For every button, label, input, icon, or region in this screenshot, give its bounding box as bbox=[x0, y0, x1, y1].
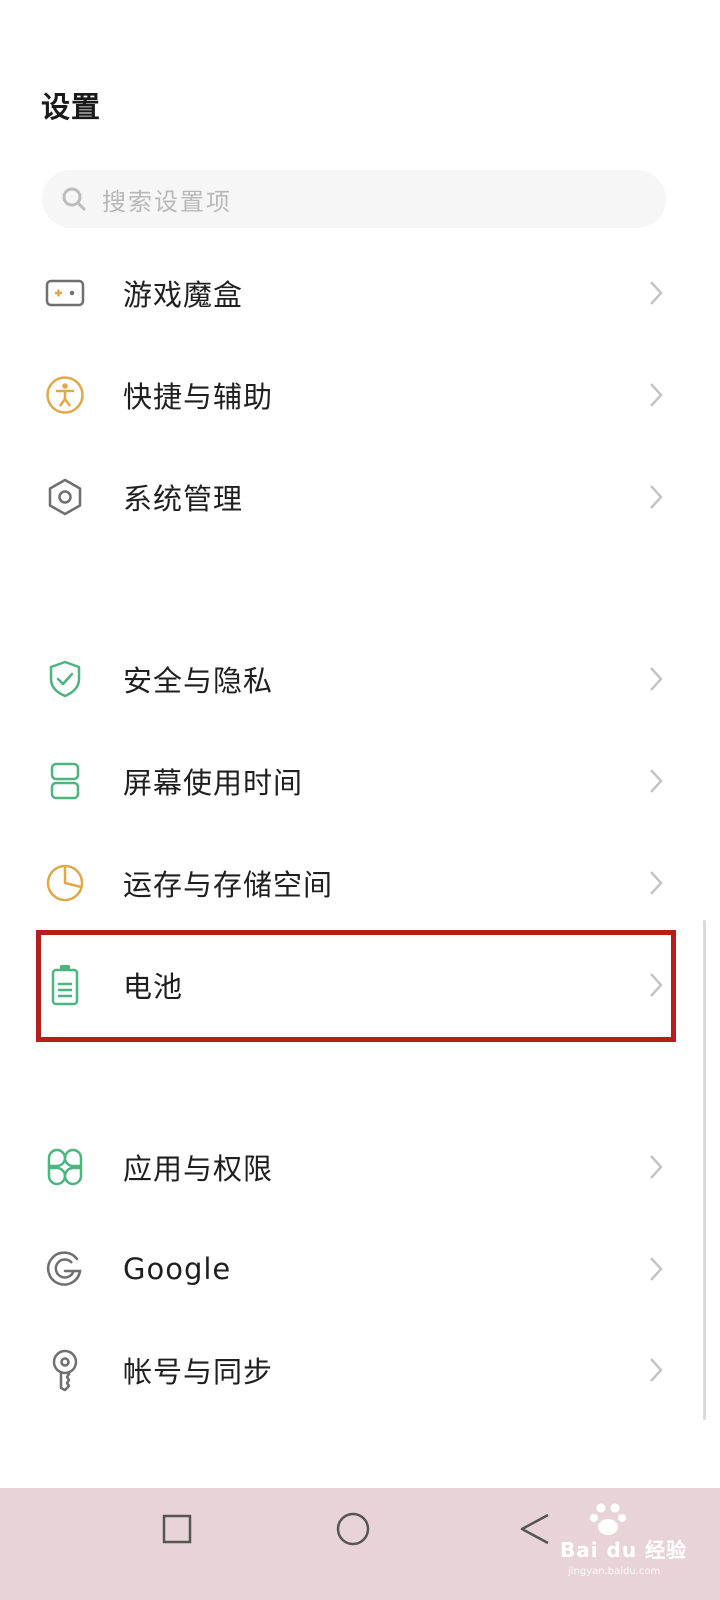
settings-item-label: 游戏魔盒 bbox=[123, 278, 244, 312]
apps-grid-icon bbox=[43, 1145, 87, 1189]
page-title: 设置 bbox=[41, 90, 102, 124]
chevron-right-icon bbox=[646, 1355, 666, 1385]
settings-item-label: 运存与存储空间 bbox=[123, 868, 334, 902]
search-icon bbox=[60, 185, 88, 213]
chevron-right-icon bbox=[646, 380, 666, 410]
settings-item-security[interactable]: 安全与隐私 bbox=[0, 629, 720, 729]
search-placeholder: 搜索设置项 bbox=[102, 187, 232, 216]
settings-item-shortcuts[interactable]: 快捷与辅助 bbox=[0, 345, 720, 445]
recents-button[interactable] bbox=[160, 1512, 194, 1546]
settings-item-label: 应用与权限 bbox=[123, 1152, 274, 1186]
watermark-text: Bai du 经验 bbox=[560, 1538, 688, 1562]
settings-item-google[interactable]: Google bbox=[0, 1219, 720, 1319]
settings-item-accounts[interactable]: 帐号与同步 bbox=[0, 1320, 720, 1420]
settings-item-label: 屏幕使用时间 bbox=[123, 766, 304, 800]
scrollbar[interactable] bbox=[703, 920, 706, 1420]
settings-item-label: 安全与隐私 bbox=[123, 664, 274, 698]
chevron-right-icon bbox=[646, 482, 666, 512]
chevron-right-icon bbox=[646, 664, 666, 694]
gamepad-icon bbox=[43, 271, 87, 315]
key-icon bbox=[43, 1348, 87, 1392]
hourglass-icon bbox=[43, 759, 87, 803]
pie-chart-icon bbox=[43, 861, 87, 905]
settings-item-label: 快捷与辅助 bbox=[123, 380, 274, 414]
back-button[interactable] bbox=[516, 1510, 554, 1548]
settings-item-apps[interactable]: 应用与权限 bbox=[0, 1117, 720, 1217]
search-input[interactable]: 搜索设置项 bbox=[42, 170, 666, 228]
chevron-right-icon bbox=[646, 766, 666, 796]
settings-item-storage[interactable]: 运存与存储空间 bbox=[0, 833, 720, 933]
chevron-right-icon bbox=[646, 1254, 666, 1284]
hexagon-gear-icon bbox=[43, 475, 87, 519]
chevron-right-icon bbox=[646, 1152, 666, 1182]
settings-item-label: 帐号与同步 bbox=[123, 1355, 274, 1389]
accessibility-icon bbox=[43, 373, 87, 417]
watermark: Bai du 经验 bbox=[560, 1500, 710, 1570]
chevron-right-icon bbox=[646, 868, 666, 898]
chevron-right-icon bbox=[646, 278, 666, 308]
home-button[interactable] bbox=[334, 1510, 372, 1548]
google-icon bbox=[43, 1247, 87, 1291]
settings-item-label: 系统管理 bbox=[123, 482, 244, 516]
settings-item-label: Google bbox=[123, 1252, 232, 1286]
settings-item-system[interactable]: 系统管理 bbox=[0, 447, 720, 547]
settings-item-game-box[interactable]: 游戏魔盒 bbox=[0, 243, 720, 343]
settings-item-screen-time[interactable]: 屏幕使用时间 bbox=[0, 731, 720, 831]
watermark-url: jingyan.baidu.com bbox=[568, 1566, 661, 1577]
highlight-box bbox=[36, 930, 676, 1042]
shield-check-icon bbox=[43, 657, 87, 701]
